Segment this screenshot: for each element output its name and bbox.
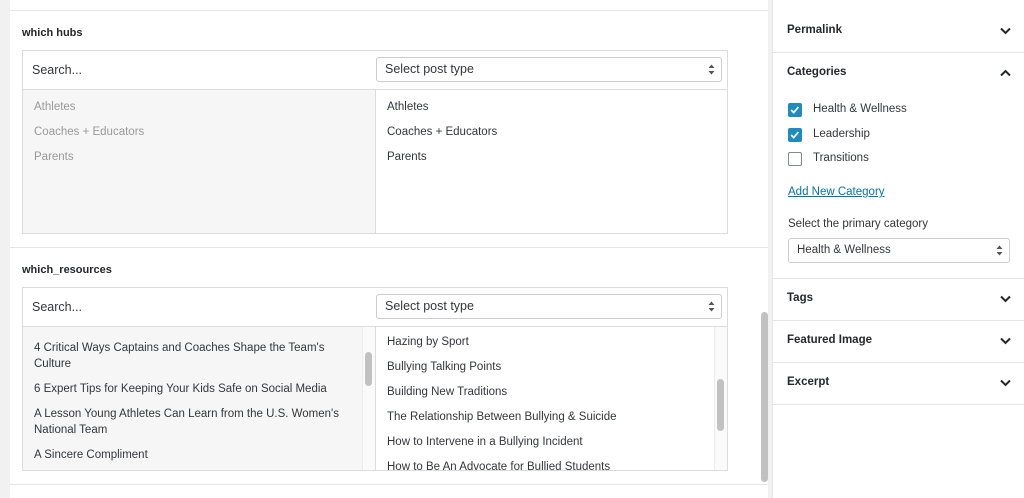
- primary-category-label: Select the primary category: [788, 218, 928, 230]
- field-label-resources: which_resources: [22, 264, 112, 276]
- post-type-select-value: Select post type: [385, 299, 474, 313]
- relationship-field-resources: Select post type ····· 4 Critical Ways C…: [22, 287, 728, 471]
- section-divider: [10, 484, 768, 485]
- select-arrows-icon: [708, 301, 715, 312]
- chevron-down-icon: [1000, 379, 1011, 387]
- checkbox-unchecked[interactable]: [788, 152, 802, 166]
- available-item[interactable]: 4 Critical Ways Captains and Coaches Sha…: [34, 340, 349, 372]
- checkmark-icon: [790, 131, 800, 139]
- add-new-category-link[interactable]: Add New Category: [788, 186, 885, 198]
- available-item-partial: ·····: [34, 327, 349, 331]
- selected-item[interactable]: Coaches + Educators: [387, 124, 701, 140]
- panel-title: Featured Image: [787, 334, 872, 346]
- available-list: ····· 4 Critical Ways Captains and Coach…: [23, 327, 376, 470]
- category-label: Leadership: [813, 128, 870, 140]
- available-item[interactable]: Coaches + Educators: [34, 124, 349, 140]
- chevron-up-icon: [1000, 69, 1011, 77]
- panel-title: Permalink: [787, 24, 842, 36]
- panel-categories[interactable]: Categories: [773, 53, 1024, 95]
- category-label: Health & Wellness: [813, 103, 907, 115]
- chevron-down-icon: [1000, 295, 1011, 303]
- selected-list: Hazing by Sport Bullying Talking Points …: [376, 327, 727, 470]
- available-item[interactable]: Parents: [34, 149, 349, 165]
- selected-list: Athletes Coaches + Educators Parents: [376, 90, 727, 233]
- checkmark-icon: [790, 106, 800, 114]
- selected-item[interactable]: The Relationship Between Bullying & Suic…: [387, 409, 701, 425]
- primary-category-select[interactable]: Health & Wellness: [788, 238, 1010, 263]
- selected-item[interactable]: Hazing by Sport: [387, 334, 701, 350]
- scrollbar-thumb[interactable]: [717, 379, 724, 431]
- primary-category-value: Health & Wellness: [797, 244, 891, 256]
- available-item[interactable]: Athletes: [34, 99, 349, 115]
- post-type-select[interactable]: Select post type: [376, 294, 722, 319]
- search-input[interactable]: [23, 51, 376, 88]
- post-type-select[interactable]: Select post type: [376, 57, 722, 82]
- editor-sidebar: Permalink Categories Health & Wellness L…: [772, 0, 1024, 498]
- available-list: Athletes Coaches + Educators Parents: [23, 90, 376, 233]
- available-item[interactable]: 6 Expert Tips for Keeping Your Kids Safe…: [34, 381, 349, 397]
- scrollbar-thumb[interactable]: [365, 352, 372, 386]
- chevron-down-icon: [1000, 337, 1011, 345]
- relationship-columns: Athletes Coaches + Educators Parents Ath…: [23, 90, 727, 233]
- main-content: which hubs Select post type Athletes Coa…: [10, 0, 768, 498]
- available-item[interactable]: A Sincere Compliment: [34, 447, 349, 463]
- selected-item[interactable]: Bullying Talking Points: [387, 359, 701, 375]
- selected-item[interactable]: How to Be An Advocate for Bullied Studen…: [387, 459, 701, 470]
- selected-item[interactable]: Building New Traditions: [387, 384, 701, 400]
- panel-title: Tags: [787, 292, 813, 304]
- relationship-columns: ····· 4 Critical Ways Captains and Coach…: [23, 327, 727, 470]
- select-arrows-icon: [996, 245, 1003, 256]
- relationship-filters: Select post type: [23, 288, 727, 327]
- selected-item[interactable]: How to Intervene in a Bullying Incident: [387, 434, 701, 450]
- relationship-field-hubs: Select post type Athletes Coaches + Educ…: [22, 50, 728, 234]
- panel-tags[interactable]: Tags: [773, 279, 1024, 321]
- section-divider: [10, 10, 768, 11]
- search-input[interactable]: [23, 288, 376, 325]
- page-scrollbar-thumb[interactable]: [761, 312, 768, 482]
- panel-excerpt[interactable]: Excerpt: [773, 363, 1024, 405]
- field-label-hubs: which hubs: [22, 27, 83, 39]
- select-arrows-icon: [708, 64, 715, 75]
- panel-permalink[interactable]: Permalink: [773, 11, 1024, 53]
- chevron-down-icon: [1000, 27, 1011, 35]
- selected-item[interactable]: Parents: [387, 149, 701, 165]
- panel-featured-image[interactable]: Featured Image: [773, 321, 1024, 363]
- panel-title: Categories: [787, 66, 847, 78]
- section-divider: [10, 247, 768, 248]
- category-label: Transitions: [813, 152, 869, 164]
- available-item[interactable]: A Lesson Young Athletes Can Learn from t…: [34, 406, 349, 438]
- selected-item[interactable]: Athletes: [387, 99, 701, 115]
- post-type-select-value: Select post type: [385, 62, 474, 76]
- panel-title: Excerpt: [787, 376, 830, 388]
- checkbox-checked[interactable]: [788, 128, 802, 142]
- checkbox-checked[interactable]: [788, 103, 802, 117]
- relationship-filters: Select post type: [23, 51, 727, 90]
- scrollbar-track[interactable]: [362, 327, 375, 470]
